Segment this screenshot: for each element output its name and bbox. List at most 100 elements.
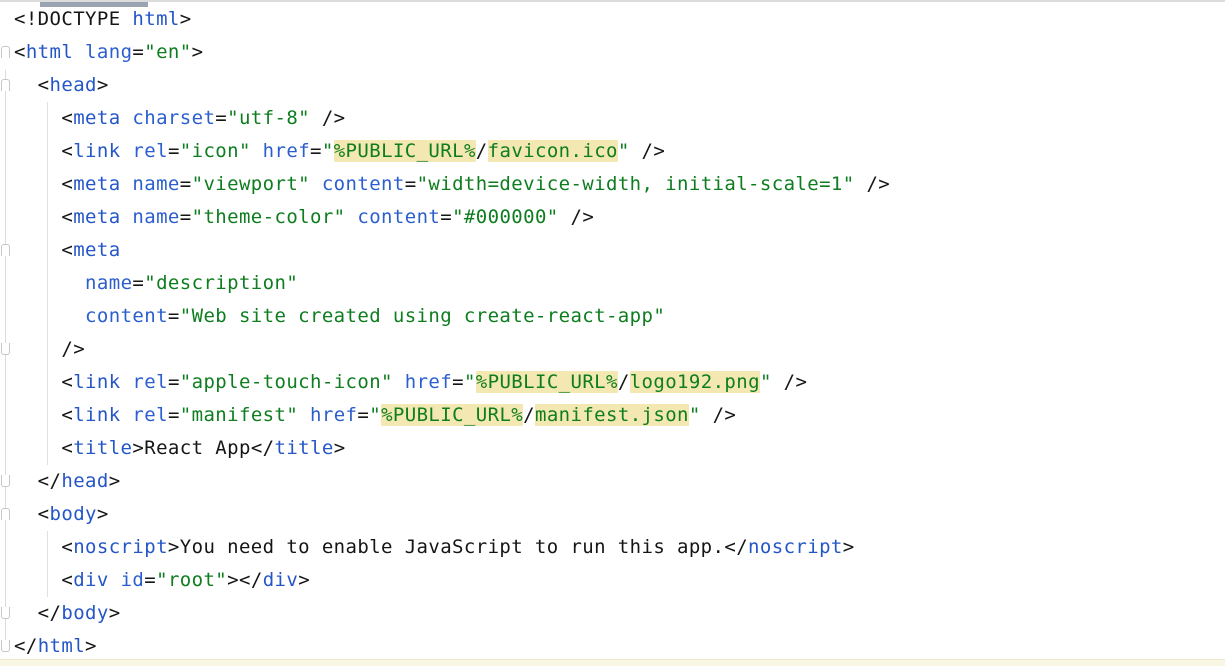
code-token bbox=[14, 272, 85, 294]
code-token: React App bbox=[144, 437, 251, 459]
code-token: > bbox=[109, 602, 121, 624]
code-token: < bbox=[14, 371, 73, 393]
code-line[interactable]: <meta bbox=[0, 234, 1225, 267]
code-token bbox=[109, 569, 121, 591]
code-line[interactable]: /> bbox=[0, 333, 1225, 366]
code-line[interactable]: <head> bbox=[0, 69, 1225, 102]
code-token: head bbox=[50, 74, 97, 96]
code-line[interactable]: <html lang="en"> bbox=[0, 36, 1225, 69]
code-token: = bbox=[180, 173, 192, 195]
code-token: noscript bbox=[73, 536, 168, 558]
code-token: meta bbox=[73, 239, 120, 261]
code-token: href bbox=[405, 371, 452, 393]
code-token: / bbox=[476, 140, 488, 162]
code-token: "utf-8" bbox=[227, 107, 310, 129]
code-token: <!DOCTYPE bbox=[14, 8, 132, 30]
code-token: link bbox=[73, 371, 120, 393]
fold-marker-start[interactable] bbox=[1, 508, 10, 520]
code-token: / bbox=[523, 404, 535, 426]
code-token: > bbox=[192, 41, 204, 63]
code-token: "apple-touch-icon" bbox=[180, 371, 393, 393]
code-token: name bbox=[85, 272, 132, 294]
code-token: < bbox=[14, 173, 73, 195]
code-token: meta bbox=[73, 173, 120, 195]
code-token: = bbox=[132, 272, 144, 294]
code-token: " bbox=[689, 404, 701, 426]
code-token bbox=[121, 206, 133, 228]
code-token: = bbox=[168, 371, 180, 393]
code-token: </ bbox=[14, 470, 61, 492]
code-token: name bbox=[132, 173, 179, 195]
code-token bbox=[251, 140, 263, 162]
template-fragment-token: manifest.json bbox=[535, 404, 689, 426]
code-token: = bbox=[215, 107, 227, 129]
code-line[interactable]: <meta charset="utf-8" /> bbox=[0, 102, 1225, 135]
template-fragment-token: %PUBLIC_URL% bbox=[334, 140, 476, 162]
code-token: id bbox=[121, 569, 145, 591]
code-line[interactable]: </body> bbox=[0, 597, 1225, 630]
code-token bbox=[121, 107, 133, 129]
fold-marker-start[interactable] bbox=[1, 79, 10, 91]
code-line[interactable]: <link rel="apple-touch-icon" href="%PUBL… bbox=[0, 366, 1225, 399]
code-line[interactable]: name="description" bbox=[0, 267, 1225, 300]
code-token: > bbox=[180, 8, 192, 30]
code-token: "manifest" bbox=[180, 404, 298, 426]
code-token: > bbox=[132, 437, 144, 459]
code-token: > bbox=[97, 503, 109, 525]
code-line[interactable]: <meta name="viewport" content="width=dev… bbox=[0, 168, 1225, 201]
code-line[interactable]: <!DOCTYPE html> bbox=[0, 3, 1225, 36]
code-line[interactable]: <link rel="icon" href="%PUBLIC_URL%/favi… bbox=[0, 135, 1225, 168]
code-area[interactable]: <!DOCTYPE html><html lang="en"> <head> <… bbox=[0, 3, 1225, 663]
code-token: "root" bbox=[156, 569, 227, 591]
code-token: = bbox=[180, 206, 192, 228]
code-token: title bbox=[275, 437, 334, 459]
fold-marker-start[interactable] bbox=[1, 244, 10, 256]
code-line[interactable]: content="Web site created using create-r… bbox=[0, 300, 1225, 333]
code-token: html bbox=[38, 635, 85, 657]
code-token: name bbox=[132, 206, 179, 228]
code-token: > bbox=[334, 437, 346, 459]
code-line[interactable]: <div id="root"></div> bbox=[0, 564, 1225, 597]
code-token: content bbox=[85, 305, 168, 327]
fold-marker-end[interactable] bbox=[1, 343, 10, 355]
code-line[interactable]: <title>React App</title> bbox=[0, 432, 1225, 465]
code-token: meta bbox=[73, 206, 120, 228]
code-token: " bbox=[464, 371, 476, 393]
code-token: = bbox=[168, 305, 180, 327]
code-token: " bbox=[322, 140, 334, 162]
code-line[interactable]: <noscript>You need to enable JavaScript … bbox=[0, 531, 1225, 564]
code-token: = bbox=[405, 173, 417, 195]
code-token: You need to enable JavaScript to run thi… bbox=[180, 536, 725, 558]
code-token bbox=[121, 371, 133, 393]
fold-marker-end[interactable] bbox=[1, 475, 10, 487]
code-token: = bbox=[357, 404, 369, 426]
code-token bbox=[346, 206, 358, 228]
code-token: </ bbox=[251, 437, 275, 459]
code-line[interactable]: <link rel="manifest" href="%PUBLIC_URL%/… bbox=[0, 399, 1225, 432]
fold-marker-start[interactable] bbox=[1, 46, 10, 58]
code-token: / bbox=[618, 371, 630, 393]
template-fragment-token: %PUBLIC_URL% bbox=[381, 404, 523, 426]
code-token: </ bbox=[724, 536, 748, 558]
code-token: /> bbox=[14, 338, 85, 360]
code-token: rel bbox=[132, 404, 168, 426]
fold-connector-line bbox=[5, 70, 6, 646]
code-line[interactable]: <body> bbox=[0, 498, 1225, 531]
template-fragment-token: logo192.png bbox=[630, 371, 760, 393]
code-line[interactable]: <meta name="theme-color" content="#00000… bbox=[0, 201, 1225, 234]
code-token: "width=device-width, initial-scale=1" bbox=[417, 173, 855, 195]
code-token: charset bbox=[132, 107, 215, 129]
code-token: > bbox=[298, 569, 310, 591]
code-token: = bbox=[144, 569, 156, 591]
horizontal-scrollbar[interactable] bbox=[0, 0, 1225, 7]
code-token bbox=[121, 173, 133, 195]
scrollbar-thumb[interactable] bbox=[40, 2, 148, 7]
code-token: "Web site created using create-react-app… bbox=[180, 305, 665, 327]
code-line[interactable]: </html> bbox=[0, 630, 1225, 663]
code-token: < bbox=[14, 503, 50, 525]
fold-marker-end[interactable] bbox=[1, 607, 10, 619]
code-token: < bbox=[14, 41, 26, 63]
code-token: html bbox=[26, 41, 73, 63]
fold-marker-end[interactable] bbox=[1, 640, 10, 652]
code-line[interactable]: </head> bbox=[0, 465, 1225, 498]
